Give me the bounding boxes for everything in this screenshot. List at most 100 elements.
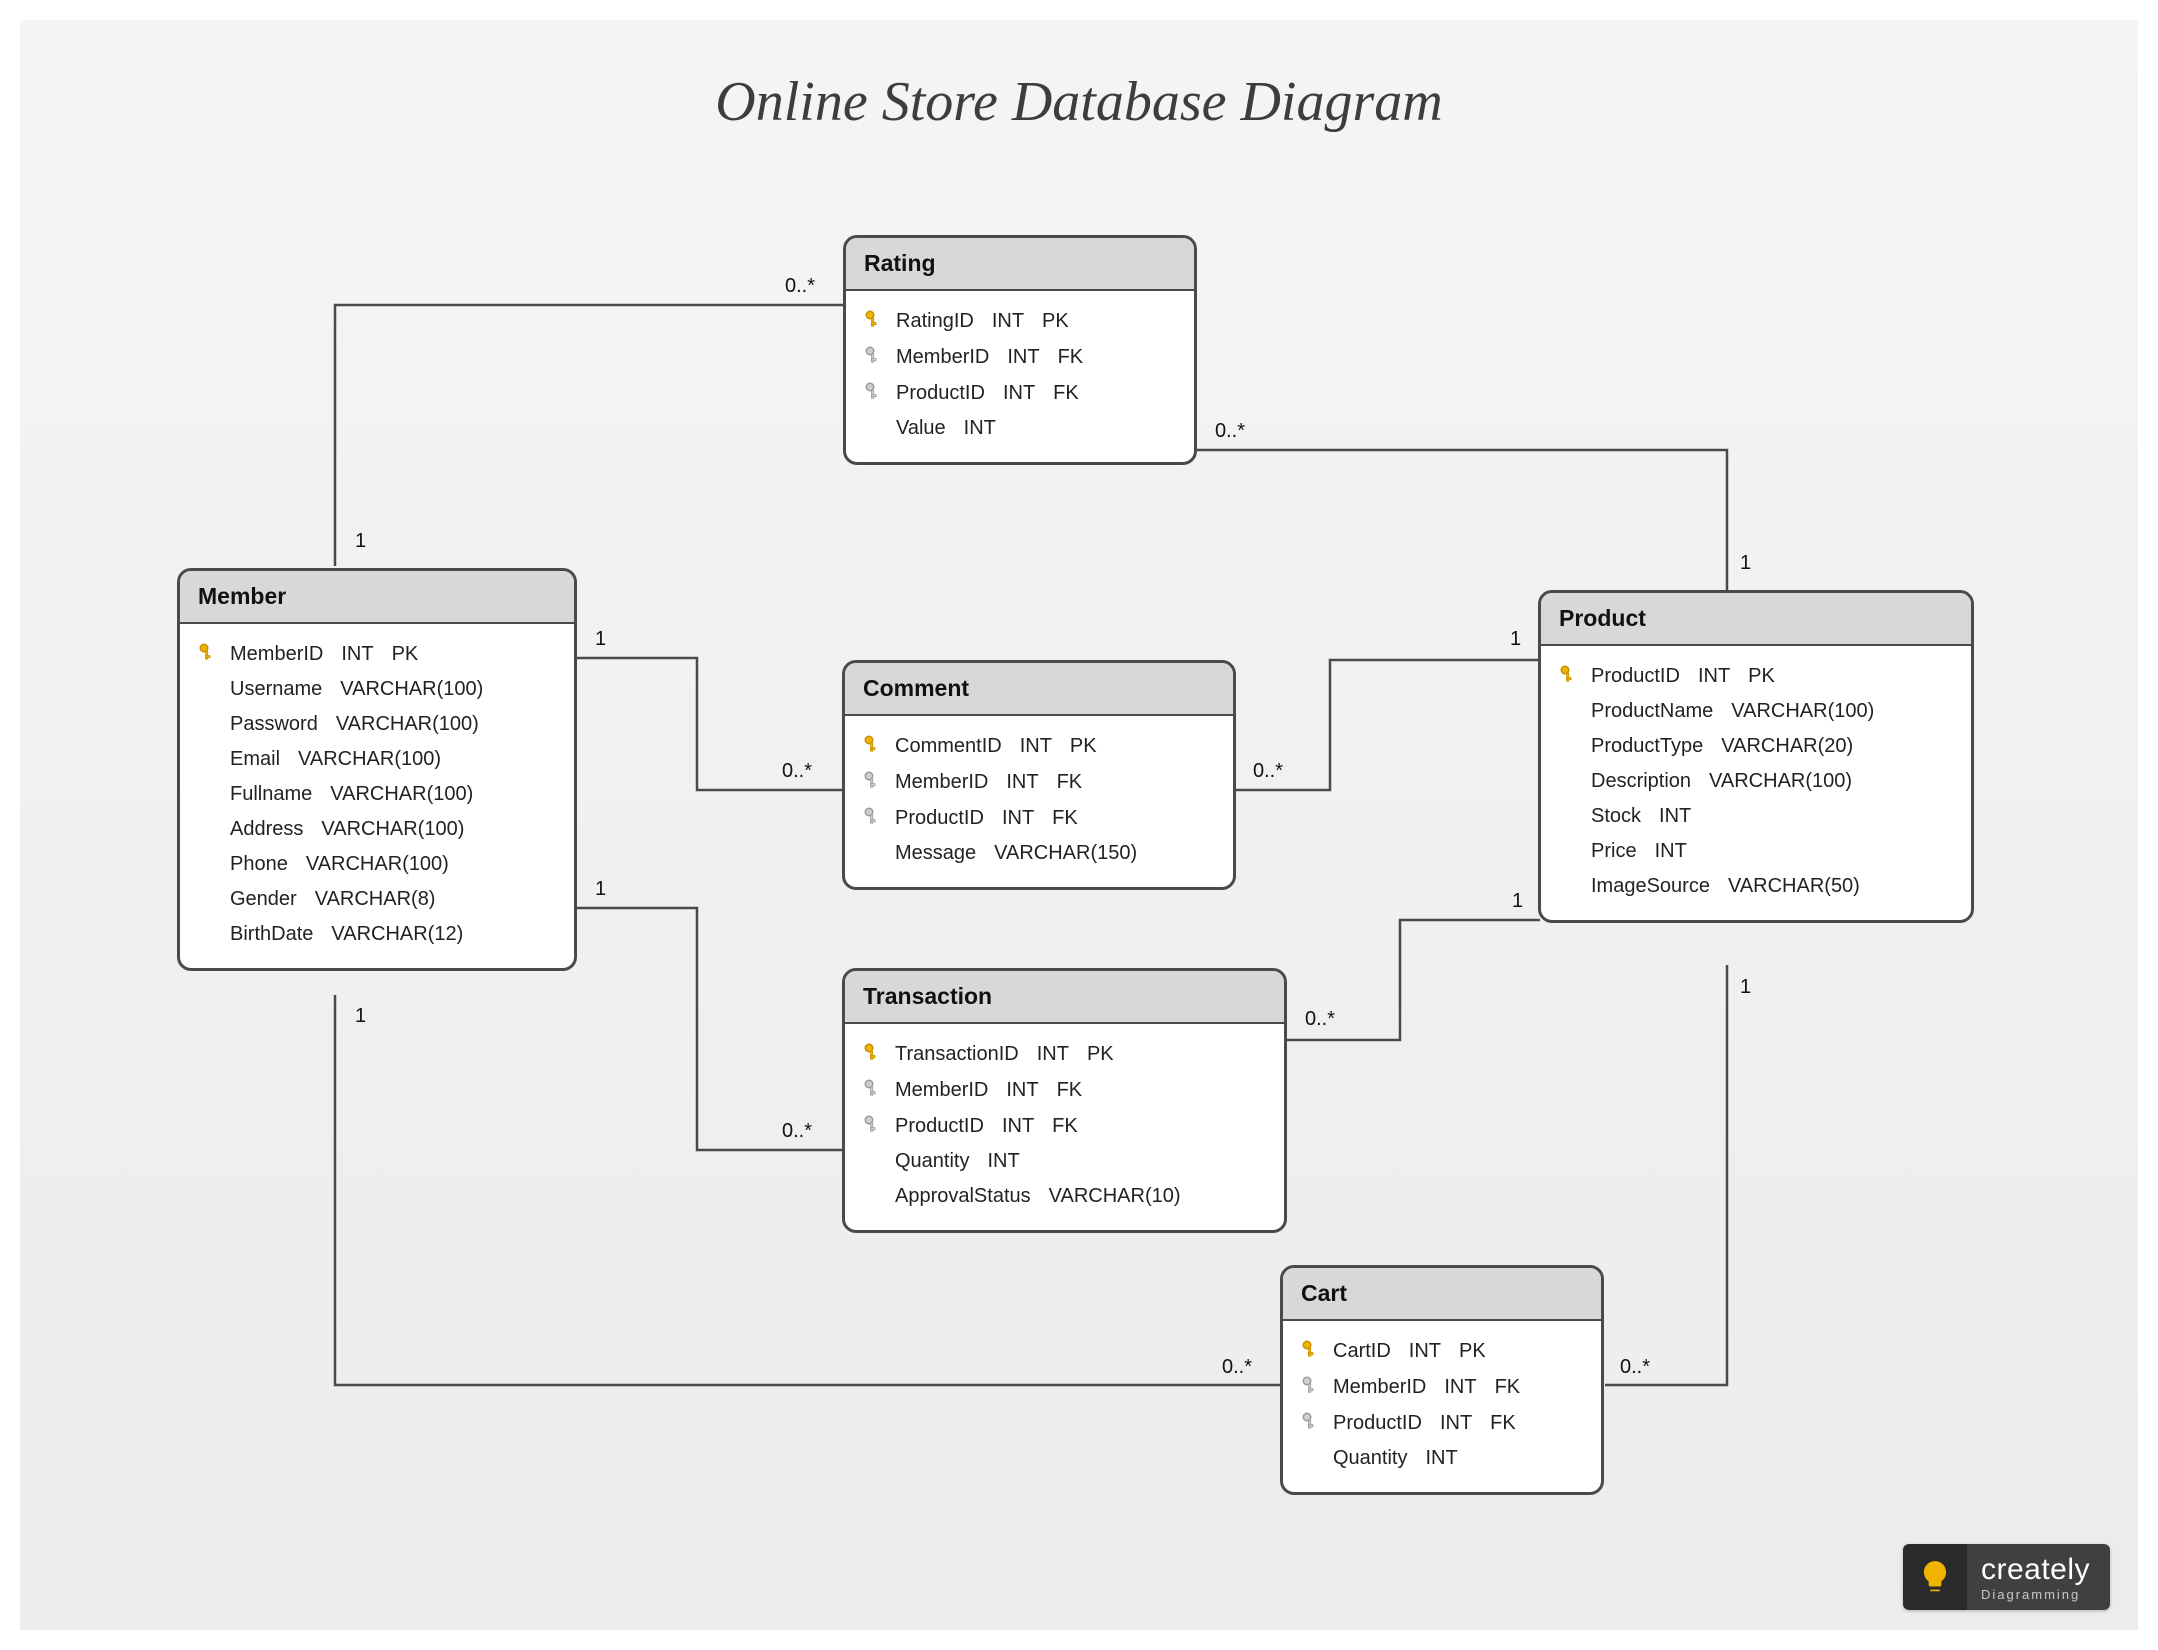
field-row: MemberID INT FK [863,764,1215,800]
field-name: Fullname [230,783,330,806]
field-name: MemberID [895,1079,1006,1102]
field-row: ProductID INT FK [863,800,1215,836]
entity-header: Member [180,571,574,624]
field-type: INT [1006,771,1056,794]
field-name: Price [1591,840,1655,863]
entity-comment[interactable]: Comment CommentID INT PK MemberID INT FK… [842,660,1236,890]
field-type: INT [1659,805,1709,828]
card-member-rating-many: 0..* [785,275,815,298]
field-keytype: PK [1070,735,1097,758]
field-row: MemberID INT FK [863,1072,1266,1108]
field-type: VARCHAR(12) [331,923,481,946]
entity-header: Rating [846,238,1194,291]
field-type: VARCHAR(50) [1728,875,1878,898]
entity-rating[interactable]: Rating RatingID INT PK MemberID INT FK P… [843,235,1197,465]
foreign-key-icon [1301,1411,1319,1435]
card-comment-product-many: 0..* [1253,760,1283,783]
field-name: Value [896,417,964,440]
field-name: Email [230,748,298,771]
field-row: ApprovalStatus VARCHAR(10) [863,1179,1266,1214]
conn-rating-product [1197,450,1727,590]
field-type: VARCHAR(100) [1731,700,1892,723]
field-type: VARCHAR(100) [340,678,501,701]
primary-key-icon [198,642,216,666]
conn-member-rating [335,305,843,566]
entity-header: Product [1541,593,1971,646]
field-type: VARCHAR(100) [298,748,459,771]
field-name: TransactionID [895,1043,1037,1066]
field-row: CommentID INT PK [863,728,1215,764]
entity-header: Comment [845,663,1233,716]
field-name: ProductType [1591,735,1721,758]
foreign-key-icon [863,770,881,794]
field-name: ProductName [1591,700,1731,723]
field-row: ProductType VARCHAR(20) [1559,729,1953,764]
field-name: Description [1591,770,1709,793]
entity-body: ProductID INT PK ProductName VARCHAR(100… [1541,646,1971,920]
field-row: MemberID INT FK [864,339,1176,375]
field-row: ProductID INT FK [1301,1405,1583,1441]
primary-key-icon [864,309,882,333]
field-name: Password [230,713,336,736]
field-name: ProductID [896,382,1003,405]
entity-member[interactable]: Member MemberID INT PK Username VARCHAR(… [177,568,577,971]
diagram-title: Online Store Database Diagram [20,70,2138,134]
card-comment-product-1: 1 [1510,628,1521,651]
field-name: ProductID [1333,1412,1440,1435]
field-name: MemberID [1333,1376,1444,1399]
field-type: VARCHAR(100) [321,818,482,841]
field-type: VARCHAR(100) [330,783,491,806]
field-name: RatingID [896,310,992,333]
entity-body: CommentID INT PK MemberID INT FK Product… [845,716,1233,887]
field-type: INT [1002,807,1052,830]
card-transaction-product-1: 1 [1512,890,1523,913]
field-name: Message [895,842,994,865]
entity-transaction[interactable]: Transaction TransactionID INT PK MemberI… [842,968,1287,1233]
field-name: Stock [1591,805,1659,828]
field-type: INT [992,310,1042,333]
entity-body: TransactionID INT PK MemberID INT FK Pro… [845,1024,1284,1230]
field-type: INT [1655,840,1705,863]
entity-body: MemberID INT PK Username VARCHAR(100) Pa… [180,624,574,968]
card-cart-product-many: 0..* [1620,1356,1650,1379]
field-type: VARCHAR(100) [306,853,467,876]
entity-cart[interactable]: Cart CartID INT PK MemberID INT FK Produ… [1280,1265,1604,1495]
field-type: INT [987,1150,1037,1173]
field-row: ProductID INT FK [864,375,1176,411]
field-keytype: FK [1057,1079,1083,1102]
field-type: INT [1425,1447,1475,1470]
foreign-key-icon [1301,1375,1319,1399]
primary-key-icon [1559,664,1577,688]
card-transaction-product-many: 0..* [1305,1008,1335,1031]
conn-member-transaction [575,908,842,1150]
field-row: Fullname VARCHAR(100) [198,777,556,812]
field-name: ProductID [1591,665,1698,688]
field-type: VARCHAR(100) [1709,770,1870,793]
field-type: INT [964,417,1014,440]
primary-key-icon [1301,1339,1319,1363]
field-name: MemberID [895,771,1006,794]
card-member-cart-many: 0..* [1222,1356,1252,1379]
field-row: MemberID INT PK [198,636,556,672]
field-type: INT [1003,382,1053,405]
card-cart-product-1: 1 [1740,976,1751,999]
field-type: VARCHAR(10) [1049,1185,1199,1208]
entity-header: Cart [1283,1268,1601,1321]
field-row: Message VARCHAR(150) [863,836,1215,871]
foreign-key-icon [863,806,881,830]
field-row: Value INT [864,411,1176,446]
field-type: INT [1409,1340,1459,1363]
entity-product[interactable]: Product ProductID INT PK ProductName VAR… [1538,590,1974,923]
field-name: ProductID [895,1115,1002,1138]
field-row: ProductID INT FK [863,1108,1266,1144]
field-row: ProductName VARCHAR(100) [1559,694,1953,729]
field-row: ProductID INT PK [1559,658,1953,694]
field-keytype: PK [1042,310,1069,333]
foreign-key-icon [863,1078,881,1102]
field-type: VARCHAR(100) [336,713,497,736]
field-type: INT [341,643,391,666]
field-name: Gender [230,888,315,911]
field-row: Quantity INT [863,1144,1266,1179]
field-row: Password VARCHAR(100) [198,707,556,742]
field-type: INT [1037,1043,1087,1066]
